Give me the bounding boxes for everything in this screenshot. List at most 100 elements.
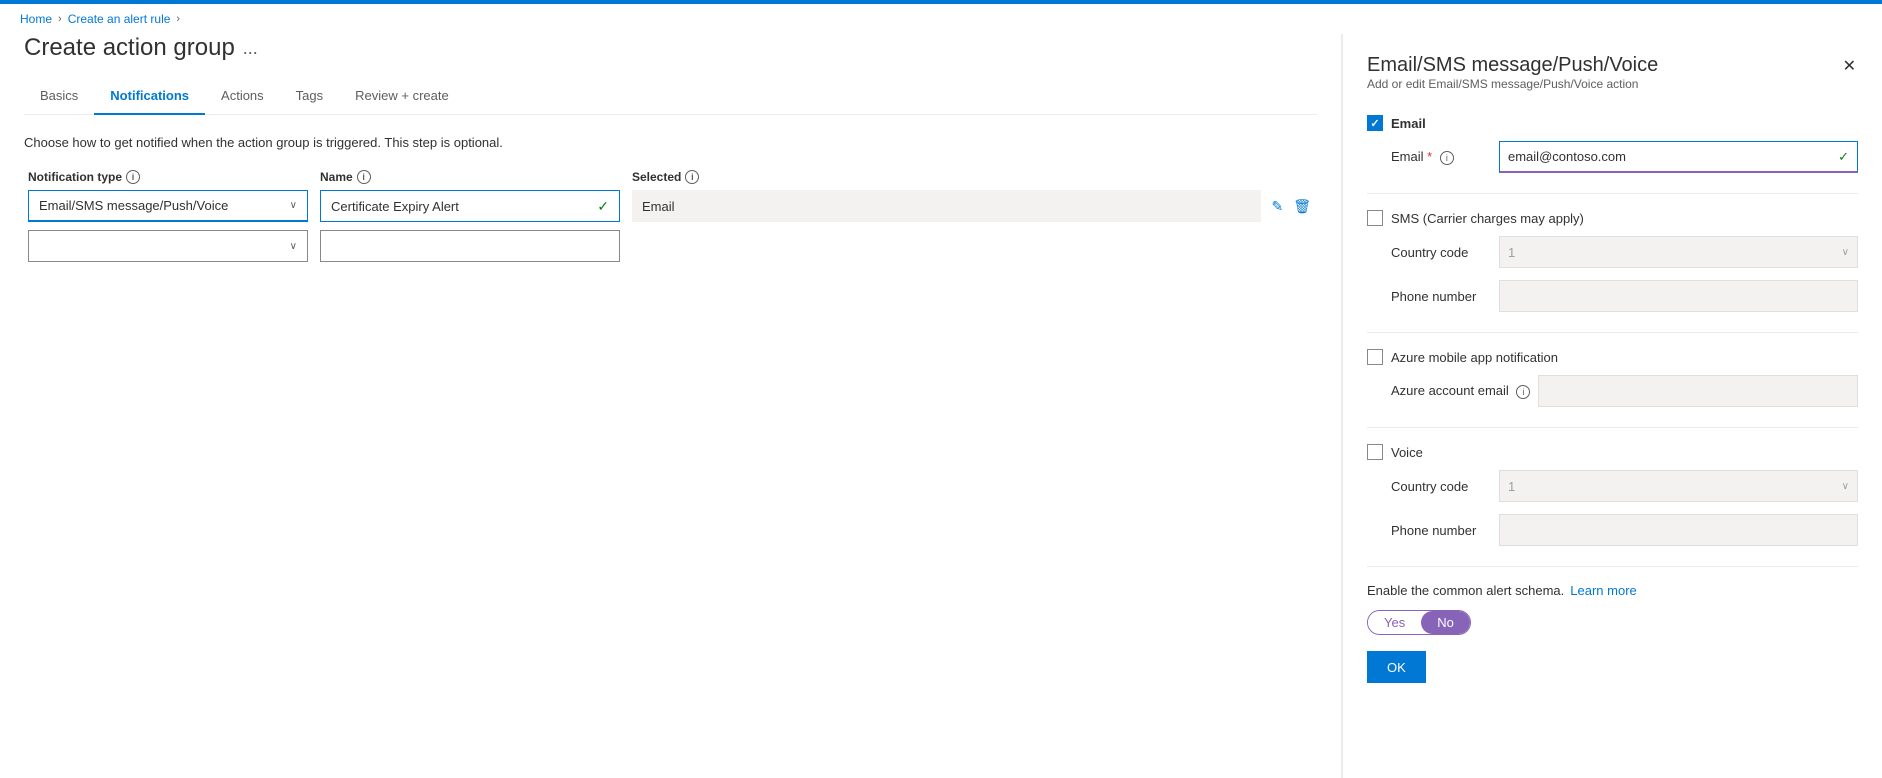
name-info-icon[interactable]: i xyxy=(357,170,371,184)
voice-phone-row: Phone number xyxy=(1391,514,1858,546)
flyout-header: Email/SMS message/Push/Voice Add or edit… xyxy=(1367,54,1858,111)
email-checkbox-row: ✓ Email xyxy=(1367,115,1858,131)
voice-country-label: Country code xyxy=(1391,479,1491,494)
name-check-icon: ✓ xyxy=(597,198,609,215)
tab-actions[interactable]: Actions xyxy=(205,78,280,115)
notification-name-input[interactable]: Certificate Expiry Alert ✓ xyxy=(320,190,620,222)
notification-type-chevron-icon: ∨ xyxy=(290,200,297,211)
azure-mobile-label: Azure mobile app notification xyxy=(1391,350,1558,365)
selected-info-icon[interactable]: i xyxy=(685,170,699,184)
breadcrumb-sep-2: › xyxy=(176,13,180,25)
voice-country-row: Country code 1 ∨ xyxy=(1391,470,1858,502)
breadcrumb-home[interactable]: Home xyxy=(20,12,52,26)
ok-button[interactable]: OK xyxy=(1367,651,1426,683)
email-required-star: * xyxy=(1427,149,1432,164)
email-field-label: Email * i xyxy=(1391,149,1491,165)
azure-mobile-checkbox-row: Azure mobile app notification xyxy=(1367,349,1858,365)
tabs-container: Basics Notifications Actions Tags Review… xyxy=(24,78,1317,115)
common-schema-text: Enable the common alert schema. xyxy=(1367,583,1564,598)
col-header-name: Name i xyxy=(320,170,620,184)
email-checkbox-check: ✓ xyxy=(1370,117,1379,130)
col-header-notification-type: Notification type i xyxy=(28,170,308,184)
voice-country-chevron-icon: ∨ xyxy=(1842,481,1849,492)
sms-country-select[interactable]: 1 ∨ xyxy=(1499,236,1858,268)
col-header-selected: Selected i xyxy=(632,170,1313,184)
table-row-empty: ∨ xyxy=(24,230,1317,262)
sms-label: SMS (Carrier charges may apply) xyxy=(1391,211,1584,226)
selected-actions: ✎ 🗑 xyxy=(1269,196,1313,217)
flyout-close-button[interactable]: ✕ xyxy=(1841,54,1858,78)
notification-type-value: Email/SMS message/Push/Voice xyxy=(39,198,228,213)
tab-basics[interactable]: Basics xyxy=(24,78,94,115)
page-title-ellipsis[interactable]: ... xyxy=(243,38,258,59)
common-schema-row: Enable the common alert schema. Learn mo… xyxy=(1367,583,1858,598)
divider-1 xyxy=(1367,193,1858,194)
sms-section: SMS (Carrier charges may apply) Country … xyxy=(1367,210,1858,312)
voice-section: Voice Country code 1 ∨ Phone number xyxy=(1367,444,1858,546)
sms-country-label: Country code xyxy=(1391,245,1491,260)
chevron-empty-icon: ∨ xyxy=(290,241,297,252)
delete-notification-button[interactable]: 🗑 xyxy=(1291,196,1313,217)
notification-name-value: Certificate Expiry Alert xyxy=(331,199,459,214)
voice-country-select[interactable]: 1 ∨ xyxy=(1499,470,1858,502)
selected-text: Email xyxy=(642,199,675,214)
azure-mobile-checkbox[interactable] xyxy=(1367,349,1383,365)
voice-phone-label: Phone number xyxy=(1391,523,1491,538)
notification-type-info-icon[interactable]: i xyxy=(126,170,140,184)
voice-checkbox-row: Voice xyxy=(1367,444,1858,460)
edit-notification-button[interactable]: ✎ xyxy=(1269,196,1285,217)
breadcrumb-alert-rule[interactable]: Create an alert rule xyxy=(68,12,171,26)
sms-country-value: 1 xyxy=(1508,245,1515,260)
email-section: ✓ Email Email * i email@contoso.com ✓ xyxy=(1367,115,1858,173)
selected-value: Email xyxy=(632,190,1261,222)
azure-mobile-email-input[interactable] xyxy=(1538,375,1858,407)
flyout-subtitle: Add or edit Email/SMS message/Push/Voice… xyxy=(1367,77,1658,91)
flyout-title: Email/SMS message/Push/Voice xyxy=(1367,54,1658,77)
left-panel: Create action group ... Basics Notificat… xyxy=(0,34,1342,778)
email-label: Email xyxy=(1391,116,1426,131)
toggle-no[interactable]: No xyxy=(1421,611,1470,634)
table-row: Email/SMS message/Push/Voice ∨ Certifica… xyxy=(24,190,1317,222)
sms-phone-label: Phone number xyxy=(1391,289,1491,304)
email-check-icon: ✓ xyxy=(1838,149,1849,165)
sms-checkbox-row: SMS (Carrier charges may apply) xyxy=(1367,210,1858,226)
divider-3 xyxy=(1367,427,1858,428)
azure-email-info-icon[interactable]: i xyxy=(1516,385,1530,399)
azure-mobile-section: Azure mobile app notification Azure acco… xyxy=(1367,349,1858,407)
email-info-icon[interactable]: i xyxy=(1440,151,1454,165)
page-title-container: Create action group ... xyxy=(24,34,1317,62)
selected-cell: Email ✎ 🗑 xyxy=(632,190,1313,222)
email-checkbox[interactable]: ✓ xyxy=(1367,115,1383,131)
flyout-panel: Email/SMS message/Push/Voice Add or edit… xyxy=(1342,34,1882,778)
email-input[interactable]: email@contoso.com ✓ xyxy=(1499,141,1858,173)
notification-type-dropdown-empty[interactable]: ∨ xyxy=(28,230,308,262)
azure-mobile-email-row: Azure account email i xyxy=(1391,375,1858,407)
email-field-row: Email * i email@contoso.com ✓ xyxy=(1391,141,1858,173)
divider-4 xyxy=(1367,566,1858,567)
voice-label: Voice xyxy=(1391,445,1423,460)
tab-tags[interactable]: Tags xyxy=(280,78,339,115)
breadcrumb: Home › Create an alert rule › xyxy=(0,4,1882,34)
voice-phone-input[interactable] xyxy=(1499,514,1858,546)
page-title: Create action group xyxy=(24,34,235,62)
sms-country-chevron-icon: ∨ xyxy=(1842,247,1849,258)
toggle-yes[interactable]: Yes xyxy=(1368,611,1421,634)
learn-more-link[interactable]: Learn more xyxy=(1570,583,1636,598)
sms-checkbox[interactable] xyxy=(1367,210,1383,226)
divider-2 xyxy=(1367,332,1858,333)
notification-name-input-empty[interactable] xyxy=(320,230,620,262)
tab-review-create[interactable]: Review + create xyxy=(339,78,465,115)
azure-account-email-label: Azure account email i xyxy=(1391,383,1530,399)
sms-country-row: Country code 1 ∨ xyxy=(1391,236,1858,268)
page-description: Choose how to get notified when the acti… xyxy=(24,135,1317,150)
tab-notifications[interactable]: Notifications xyxy=(94,78,205,115)
sms-phone-input[interactable] xyxy=(1499,280,1858,312)
notification-type-dropdown[interactable]: Email/SMS message/Push/Voice ∨ xyxy=(28,190,308,222)
sms-phone-row: Phone number xyxy=(1391,280,1858,312)
breadcrumb-sep-1: › xyxy=(58,13,62,25)
email-value: email@contoso.com xyxy=(1508,149,1626,164)
table-header: Notification type i Name i Selected i xyxy=(24,170,1317,184)
schema-toggle-group: Yes No xyxy=(1367,610,1471,635)
voice-country-value: 1 xyxy=(1508,479,1515,494)
voice-checkbox[interactable] xyxy=(1367,444,1383,460)
